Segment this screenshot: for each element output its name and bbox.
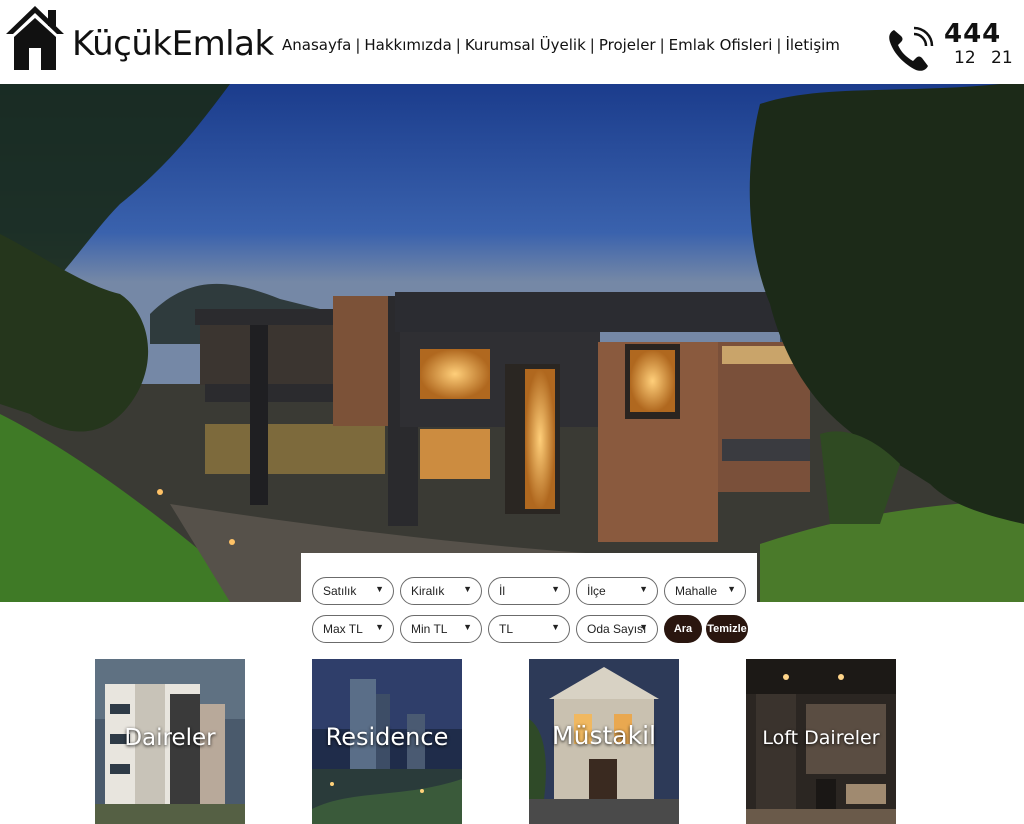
- select-label: TL: [499, 622, 514, 636]
- category-label: Residence: [325, 723, 449, 751]
- hero-image: [0, 84, 1024, 602]
- nav-separator: |: [455, 36, 461, 54]
- select-label: Kiralık: [411, 584, 445, 598]
- hero-house-illustration: [0, 84, 1024, 602]
- category-tile-mustakil[interactable]: Müstakil: [529, 659, 679, 824]
- category-tile-daireler[interactable]: Daireler: [95, 659, 245, 824]
- nav-item-hakkimizda[interactable]: Hakkımızda: [364, 36, 451, 54]
- nav-item-anasayfa[interactable]: Anasayfa: [282, 36, 351, 54]
- nav-item-kurumsal-uyelik[interactable]: Kurumsal Üyelik: [465, 36, 586, 54]
- neighborhood-select[interactable]: Mahalle ▼: [664, 577, 746, 605]
- chevron-down-icon: ▼: [463, 622, 472, 632]
- chevron-down-icon: ▼: [639, 584, 648, 594]
- nav-item-iletisim[interactable]: İletişim: [785, 36, 839, 54]
- house-logo-icon[interactable]: [4, 4, 66, 72]
- property-search-panel: Satılık ▼ Kiralık ▼ İl ▼ İlçe ▼ Mahalle ▼ Max…: [301, 553, 757, 653]
- rent-type-select[interactable]: Kiralık ▼: [400, 577, 482, 605]
- search-button[interactable]: Ara: [664, 615, 702, 643]
- phone-icon[interactable]: [886, 24, 938, 74]
- select-label: Max TL: [323, 622, 363, 636]
- nav-separator: |: [659, 36, 665, 54]
- phone-number-main[interactable]: 444: [944, 20, 1001, 48]
- site-header: KüçükEmlak Anasayfa | Hakkımızda | Kurumsal …: [0, 0, 1024, 84]
- brand-name[interactable]: KüçükEmlak: [72, 22, 274, 66]
- category-label: Daireler: [124, 725, 216, 751]
- nav-separator: |: [355, 36, 361, 54]
- nav-separator: |: [589, 36, 595, 54]
- district-select[interactable]: İlçe ▼: [576, 577, 658, 605]
- chevron-down-icon: ▼: [463, 584, 472, 594]
- select-label: İl: [499, 584, 505, 598]
- main-nav: Anasayfa | Hakkımızda | Kurumsal Üyelik | Proj…: [282, 34, 840, 56]
- chevron-down-icon: ▼: [727, 584, 736, 594]
- select-label: İlçe: [587, 584, 606, 598]
- room-count-select[interactable]: Oda Sayısı ▼: [576, 615, 658, 643]
- select-label: Oda Sayısı: [587, 622, 647, 636]
- chevron-down-icon: ▼: [551, 622, 560, 632]
- phone-number-sub[interactable]: 12 21: [954, 48, 1013, 68]
- nav-item-emlak-ofisleri[interactable]: Emlak Ofisleri: [669, 36, 773, 54]
- select-label: Mahalle: [675, 584, 718, 598]
- max-price-select[interactable]: Max TL ▼: [312, 615, 394, 643]
- province-select[interactable]: İl ▼: [488, 577, 570, 605]
- category-tile-residence[interactable]: Residence: [312, 659, 462, 824]
- chevron-down-icon: ▼: [375, 584, 384, 594]
- min-price-select[interactable]: Min TL ▼: [400, 615, 482, 643]
- category-tile-loft-daireler[interactable]: Loft Daireler: [746, 659, 896, 824]
- nav-separator: |: [776, 36, 782, 54]
- chevron-down-icon: ▼: [551, 584, 560, 594]
- sale-type-select[interactable]: Satılık ▼: [312, 577, 394, 605]
- currency-select[interactable]: TL ▼: [488, 615, 570, 643]
- chevron-down-icon: ▼: [639, 622, 648, 632]
- clear-button[interactable]: Temizle: [706, 615, 748, 643]
- select-label: Min TL: [411, 622, 448, 636]
- chevron-down-icon: ▼: [375, 622, 384, 632]
- category-label: Müstakil: [552, 721, 656, 750]
- category-label: Loft Daireler: [762, 727, 880, 749]
- nav-item-projeler[interactable]: Projeler: [599, 36, 656, 54]
- select-label: Satılık: [323, 584, 357, 598]
